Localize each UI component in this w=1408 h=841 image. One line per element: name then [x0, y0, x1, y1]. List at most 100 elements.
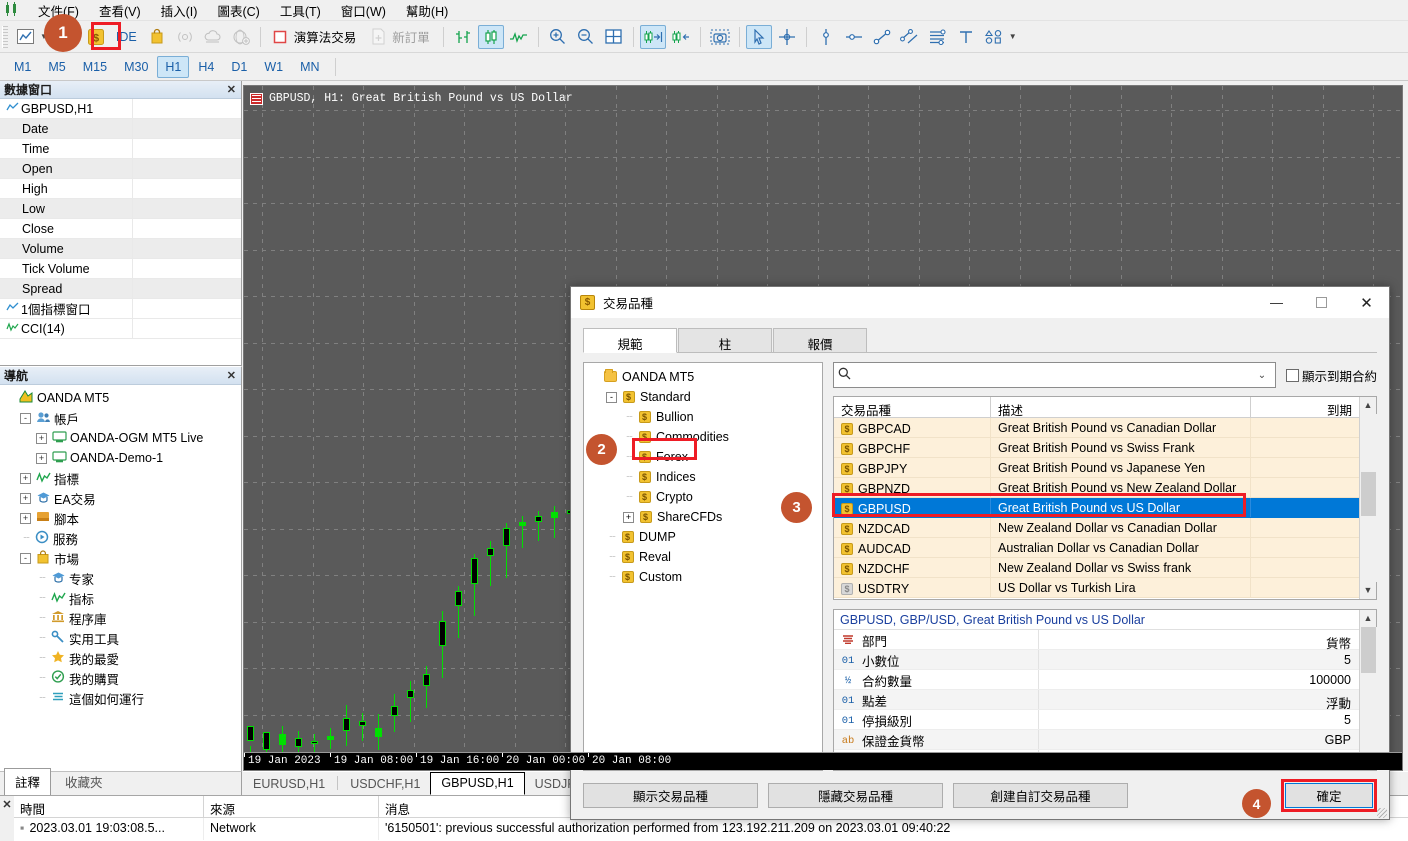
navigator-item-4[interactable]: + 指標: [4, 468, 241, 488]
close-icon[interactable]: ✕: [1344, 287, 1389, 318]
search-combobox[interactable]: ⌄: [833, 362, 1276, 388]
symbols-table-scrollbar[interactable]: ▲ ▼: [1359, 397, 1377, 599]
property-row[interactable]: ab 保證金貨幣 GBP: [834, 730, 1359, 750]
show-expired-contracts-checkbox[interactable]: 顯示到期合約: [1285, 366, 1377, 385]
algo-trading-icon[interactable]: [267, 25, 293, 49]
navigator-item-12[interactable]: ┈ 实用工具: [4, 628, 241, 648]
auto-scroll-icon[interactable]: [668, 25, 694, 49]
horizontal-line-icon[interactable]: [841, 25, 867, 49]
navigator-item-11[interactable]: ┈ 程序庫: [4, 608, 241, 628]
journal-col-time[interactable]: 時間: [14, 796, 204, 817]
create-custom-symbol-button[interactable]: 創建自訂交易品種: [953, 782, 1128, 808]
data-window-indicator-window-row[interactable]: 1個指標窗口: [0, 299, 241, 319]
ide-button[interactable]: IDE: [110, 30, 143, 44]
period-d1[interactable]: D1: [223, 56, 255, 78]
navigator-item-14[interactable]: ┈ 我的購買: [4, 668, 241, 688]
tree-expander[interactable]: -: [606, 391, 617, 403]
chart-shift-icon[interactable]: [639, 24, 666, 49]
tab-notes[interactable]: 註釋: [4, 768, 52, 795]
symbol-properties-table[interactable]: GBPUSD, GBP/USD, Great British Pound vs …: [833, 609, 1377, 771]
scroll-thumb[interactable]: [1360, 472, 1376, 516]
hide-symbols-button[interactable]: 隱藏交易品種: [768, 782, 943, 808]
symbol-tree-item-commodities[interactable]: ┈ Commodities: [589, 427, 822, 447]
fibonacci-icon[interactable]: [925, 25, 951, 49]
period-m5[interactable]: M5: [40, 56, 73, 78]
data-window-row-date[interactable]: Date: [0, 119, 241, 139]
tab-ticks[interactable]: 報價: [773, 328, 867, 352]
symbols-table-row[interactable]: GBPUSD Great British Pound vs US Dollar: [834, 498, 1359, 518]
period-h4[interactable]: H4: [190, 56, 222, 78]
chart-tab-gbpusd[interactable]: GBPUSD,H1: [430, 772, 525, 795]
journal-row[interactable]: ▪ 2023.03.01 19:03:08.5... Network '61505…: [14, 818, 1408, 840]
period-w1[interactable]: W1: [256, 56, 291, 78]
new-order-icon[interactable]: [365, 25, 391, 49]
symbol-tree-item-standard[interactable]: - Standard: [589, 387, 822, 407]
tree-expander[interactable]: -: [20, 412, 31, 424]
property-row[interactable]: 部門 貨幣: [834, 630, 1359, 651]
navigator-item-3[interactable]: + OANDA-Demo-1: [4, 448, 241, 468]
candlestick-chart-icon[interactable]: [477, 24, 504, 49]
ok-button[interactable]: 確定: [1285, 782, 1373, 808]
algo-trading-label[interactable]: 演算法交易: [294, 27, 365, 46]
symbols-col-expiry[interactable]: 到期: [1251, 397, 1359, 418]
menu-tools[interactable]: 工具(T): [270, 0, 331, 22]
shapes-chevron-down-icon[interactable]: ▼: [1009, 32, 1017, 41]
line-graph-icon[interactable]: [506, 25, 532, 49]
period-m30[interactable]: M30: [116, 56, 156, 78]
symbols-table-row[interactable]: AUDCAD Australian Dollar vs Canadian Doll…: [834, 538, 1359, 558]
symbols-table-row[interactable]: NZDCHF New Zealand Dollar vs Swiss frank: [834, 558, 1359, 578]
vertical-line-icon[interactable]: [813, 25, 839, 49]
symbol-tree-item-indices[interactable]: ┈ Indices: [589, 467, 822, 487]
symbols-col-description[interactable]: 描述: [991, 397, 1251, 418]
symbols-dialog[interactable]: 交易品種 — ✕ 規範 柱 報價 OANDA MT5- Standard ┈ Bull…: [570, 286, 1390, 820]
minimize-icon[interactable]: —: [1254, 287, 1299, 318]
dialog-title-bar[interactable]: 交易品種 — ✕: [571, 287, 1389, 318]
data-window-row-spread[interactable]: Spread: [0, 279, 241, 299]
symbols-button[interactable]: $: [83, 25, 109, 49]
symbols-table-row[interactable]: GBPCAD Great British Pound vs Canadian Do…: [834, 418, 1359, 438]
dialog-resize-grip[interactable]: [1377, 808, 1387, 818]
menu-window[interactable]: 窗口(W): [331, 0, 396, 22]
properties-scrollbar[interactable]: ▲ ▼: [1359, 610, 1377, 770]
chart-type-button[interactable]: [12, 25, 38, 49]
tab-favorites[interactable]: 收藏夾: [55, 769, 113, 795]
data-window-row-close[interactable]: Close: [0, 219, 241, 239]
scroll-up-icon[interactable]: ▲: [1360, 610, 1377, 627]
menu-insert[interactable]: 插入(I): [151, 0, 208, 22]
scroll-up-icon[interactable]: ▲: [1360, 397, 1377, 414]
period-m1[interactable]: M1: [6, 56, 39, 78]
symbols-table-row[interactable]: GBPNZD Great British Pound vs New Zealand…: [834, 478, 1359, 498]
data-window-row-open[interactable]: Open: [0, 159, 241, 179]
symbol-category-tree[interactable]: OANDA MT5- Standard ┈ Bullion ┈ Commodities ┈ F…: [583, 362, 823, 771]
scroll-down-icon[interactable]: ▼: [1360, 582, 1377, 599]
tile-windows-icon[interactable]: [601, 25, 627, 49]
market-bag-icon[interactable]: [144, 25, 170, 49]
tree-expander[interactable]: +: [623, 511, 634, 523]
navigator-item-6[interactable]: + 腳本: [4, 508, 241, 528]
data-window-indicator-row[interactable]: CCI(14): [0, 319, 241, 339]
chevron-down-icon[interactable]: ⌄: [1253, 370, 1271, 381]
data-window-row-high[interactable]: High: [0, 179, 241, 199]
pointer-cursor-icon[interactable]: [745, 24, 772, 49]
property-row[interactable]: 01 小數位 5: [834, 650, 1359, 670]
property-row[interactable]: ½ 合約數量 100000: [834, 670, 1359, 690]
scroll-track[interactable]: [1359, 414, 1377, 582]
tree-expander[interactable]: +: [36, 432, 47, 444]
menu-charts[interactable]: 圖表(C): [207, 0, 269, 22]
chart-tab-eurusd[interactable]: EURUSD,H1: [243, 774, 335, 795]
property-row[interactable]: 01 點差 浮動: [834, 690, 1359, 711]
data-window-row-volume[interactable]: Volume: [0, 239, 241, 259]
navigator-item-9[interactable]: ┈ 专家: [4, 568, 241, 588]
data-window-row-tick-volume[interactable]: Tick Volume: [0, 259, 241, 279]
show-symbols-button[interactable]: 顯示交易品種: [583, 782, 758, 808]
text-tool-icon[interactable]: [953, 25, 979, 49]
zoom-out-icon[interactable]: [573, 25, 599, 49]
cloud-icon[interactable]: [200, 25, 226, 49]
vps-icon[interactable]: [228, 25, 254, 49]
signals-icon[interactable]: [172, 25, 198, 49]
close-icon[interactable]: ✕: [227, 83, 236, 96]
tab-bars[interactable]: 柱: [678, 328, 772, 352]
shapes-icon[interactable]: [981, 25, 1007, 49]
tree-expander[interactable]: +: [20, 472, 31, 484]
crosshair-icon[interactable]: [774, 25, 800, 49]
